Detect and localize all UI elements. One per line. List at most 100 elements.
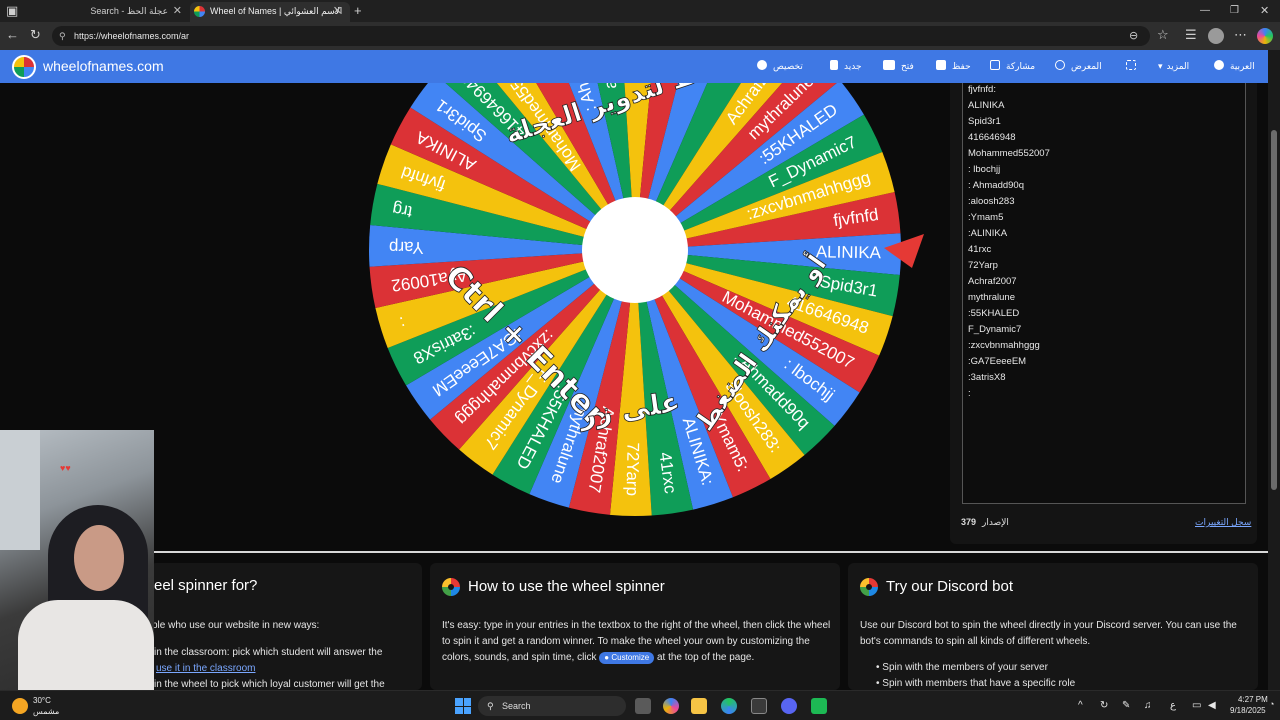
language-dropdown[interactable]: العربية [1214,50,1255,83]
window-close-icon[interactable]: ✕ [1260,3,1269,19]
task-view-icon[interactable] [635,698,651,714]
spinning-wheel[interactable]: fjvfnfdALINIKASpid3r1416646948Mohammed55… [363,83,908,523]
entry-line[interactable]: Mohammed552007 [968,148,1050,159]
chevron-up-icon[interactable]: ^ [1078,700,1083,711]
entry-line[interactable]: :GA7EeeeEM [968,356,1026,367]
url-field[interactable]: ⚲ https://wheelofnames.com/ar [52,26,1150,46]
entry-line[interactable]: ALINIKA [968,100,1004,111]
restore-icon[interactable]: ❐ [1230,3,1239,19]
save-button[interactable]: حفظ [936,50,971,83]
scrollbar-thumb[interactable] [1271,130,1277,490]
share-label: مشاركة [1006,61,1036,71]
wheel-segment-label: 72Yarp [623,442,643,496]
favorite-star-icon[interactable]: ☆ [1157,27,1169,43]
language-indicator[interactable]: ع [1170,700,1176,711]
taskbar-search-label: Search [502,701,531,711]
version-label: الإصدار [982,517,1009,527]
wheel-segment-label: Yarp [389,238,424,258]
card-uses: eel spinner for? ple who use our website… [150,563,422,690]
entry-line[interactable]: :55KHALED [968,308,1019,319]
copilot-icon[interactable] [663,698,679,714]
close-icon[interactable]: ✕ [173,2,182,20]
bullet-item: • Spin with the members of your server [876,662,1048,673]
logo-icon[interactable] [12,55,36,79]
entry-line[interactable]: : lbochjj [968,164,1000,175]
card-uses-title: eel spinner for? [154,577,258,594]
fullscreen-button[interactable] [1126,50,1142,83]
copilot-icon[interactable] [1257,28,1273,44]
reader-icon[interactable]: ⊖ [1129,28,1138,44]
sun-icon[interactable] [12,698,28,714]
changelog-link[interactable]: سجل التغييرات [1195,517,1251,528]
favorites-icon[interactable]: ☰ [1185,27,1197,43]
entry-line[interactable]: Achraf2007 [968,276,1017,287]
taskbar-search[interactable]: ⚲ Search [478,696,626,716]
customize-label: تخصيص [773,61,803,71]
share-button[interactable]: مشاركة [990,50,1035,83]
app-icon[interactable] [811,698,827,714]
gallery-label: المعرض [1071,61,1102,71]
entry-line[interactable]: :ALINIKA [968,228,1007,239]
back-icon[interactable]: ← [6,27,19,43]
gallery-button[interactable]: المعرض [1055,50,1102,83]
entry-line[interactable]: :aloosh283 [968,196,1014,207]
customize-button[interactable]: تخصيص [757,50,803,83]
classroom-link[interactable]: use it in the classroom [156,661,256,677]
entry-line[interactable]: fjvfnfd: [968,84,996,95]
open-label: فتح [901,61,914,71]
entry-line[interactable]: :Ymam5 [968,212,1003,223]
wheel-area[interactable]: fjvfnfd ALINIKA Spid3r1 416646948 Mohammed55… [363,83,908,523]
pen-icon[interactable]: ✎ [1122,700,1130,711]
open-button[interactable]: فتح [883,50,914,83]
taskbar: 30°C مشمس ⚲ Search ^ ↻ ✎ ♫ ع ▭ ◀ 4:27 PM… [0,690,1280,720]
entry-line[interactable]: 72Yarp [968,260,998,271]
entry-line[interactable]: 416646948 [968,132,1016,143]
entry-line[interactable]: :3atrisX8 [968,372,1006,383]
page-scrollbar[interactable] [1268,50,1280,690]
windows-start-icon[interactable] [455,698,471,714]
more-menu-icon[interactable]: ⋯ [1234,27,1247,43]
card-uses-text1: ple who use our website in new ways: [152,620,320,631]
globe-icon [1214,60,1224,70]
reload-icon[interactable]: ↻ [30,27,41,43]
entry-line[interactable]: :zxcvbnmahhggg [968,340,1040,351]
wheel-segment-label: ALINIKA [816,242,882,262]
edge-icon[interactable] [721,698,737,714]
minimize-icon[interactable]: — [1200,3,1210,19]
new-button[interactable]: جديد [830,50,862,83]
network-icon[interactable]: ▭ [1192,700,1201,711]
file-explorer-icon[interactable] [691,698,707,714]
close-icon[interactable]: ✕ [333,2,342,20]
card-how-to-text-after: at the top of the page. [656,652,755,663]
wheel-logo-icon [860,578,878,596]
entry-line[interactable]: F_Dynamic7 [968,324,1021,335]
discord-icon[interactable] [781,698,797,714]
entry-line[interactable]: : [968,388,971,399]
tab-wheel-of-names[interactable]: Wheel of Names | الاسم العشوائي ✕ [190,2,350,22]
profile-avatar[interactable] [1208,28,1224,44]
entry-line[interactable]: 41rxc [968,244,991,255]
tab-search[interactable]: Search - عجلة الحظ ✕ [24,2,190,22]
entry-line[interactable]: : Ahmadd90q [968,180,1024,191]
wheel-center[interactable] [582,197,688,303]
notification-icon[interactable]: ◔ [1269,699,1274,709]
person-shirt [18,600,154,690]
card-uses-text3: in the wheel to pick which loyal custome… [154,679,385,690]
microphone-icon[interactable]: ♫ [1144,700,1152,711]
store-icon[interactable] [751,698,767,714]
entry-line[interactable]: Spid3r1 [968,116,1001,127]
tab-wheel-label: Wheel of Names | الاسم العشوائي [210,6,343,16]
new-tab-icon[interactable]: + [354,3,362,19]
card-discord: Try our Discord bot Use our Discord bot … [848,563,1258,690]
clock-time[interactable]: 4:27 PM [1238,695,1268,704]
sync-icon[interactable]: ↻ [1100,700,1108,711]
sidebar-toggle-icon[interactable]: ▣ [6,3,18,19]
site-logo-text[interactable]: wheelofnames.com [43,58,164,74]
volume-icon[interactable]: ◀ [1208,700,1216,711]
site-info-icon[interactable]: ⚲ [59,26,66,46]
customize-chip[interactable]: ● Customize [599,652,655,664]
more-dropdown[interactable]: ▾ المزيد [1158,50,1189,83]
wheel-logo-icon [442,578,460,596]
clock-date[interactable]: 9/18/2025 [1230,706,1266,715]
entry-line[interactable]: mythralune [968,292,1015,303]
